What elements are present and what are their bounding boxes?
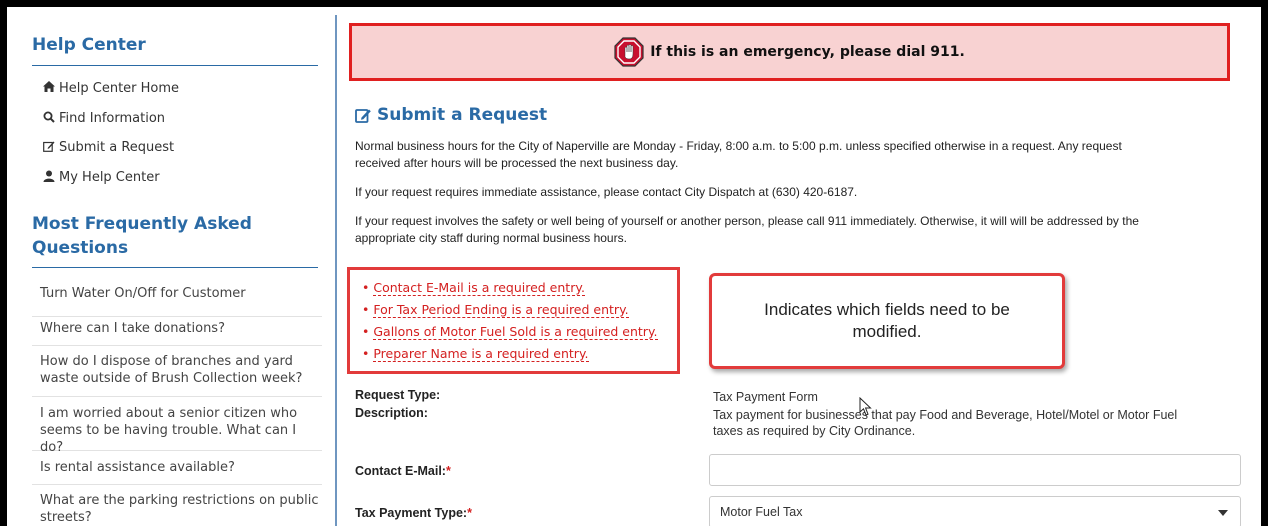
select-value: Motor Fuel Tax (720, 505, 803, 519)
faq-item[interactable]: I am worried about a senior citizen who … (32, 405, 322, 455)
nav-my-help-center[interactable]: My Help Center (42, 167, 160, 187)
annotation-callout: Indicates which fields need to be modifi… (709, 273, 1065, 369)
faq-item-text: streets? (40, 510, 92, 525)
validation-errors: • Contact E-Mail is a required entry. • … (347, 267, 680, 374)
error-item[interactable]: • Contact E-Mail is a required entry. (362, 280, 585, 296)
nav-label: Find Information (59, 110, 166, 126)
contact-email-label: Contact E-Mail:* (355, 464, 451, 478)
faq-item-text: Where can I take donations? (40, 321, 225, 336)
sidebar: Help Center Help Center Home Find Inform… (7, 7, 325, 526)
error-text: Gallons of Motor Fuel Sold is a required… (373, 324, 658, 340)
faq-item-text: How do I dispose of branches and yard (40, 354, 293, 369)
faq-item-text: What are the parking restrictions on pub… (40, 493, 319, 508)
faq-title: Most Frequently Asked Questions (32, 212, 252, 260)
divider (32, 65, 318, 66)
request-type-label: Request Type: (355, 388, 441, 402)
emergency-alert: If this is an emergency, please dial 911… (349, 23, 1230, 81)
divider (32, 267, 318, 268)
mouse-cursor-icon (859, 397, 872, 416)
text-line: taxes as required by City Ordinance. (713, 424, 916, 438)
chevron-down-icon (1218, 510, 1228, 516)
text-line: Normal business hours for the City of Na… (355, 139, 1122, 153)
dispatch-text: If your request requires immediate assis… (355, 184, 1235, 201)
text-line: received after hours will be processed t… (355, 156, 679, 170)
safety-text: If your request involves the safety or w… (355, 213, 1235, 247)
browser-page: Help Center Help Center Home Find Inform… (7, 7, 1261, 526)
alert-text: If this is an emergency, please dial 911… (650, 44, 965, 60)
nav-label: Help Center Home (59, 80, 180, 96)
contact-email-input[interactable] (709, 454, 1241, 486)
edit-icon (42, 140, 55, 155)
faq-item-text: Turn Water On/Off for Customer (40, 286, 246, 301)
faq-item-text: Is rental assistance available? (40, 460, 235, 475)
stop-hand-icon (614, 37, 644, 67)
help-center-title: Help Center (32, 35, 146, 55)
description-value: Tax payment for businesses that pay Food… (713, 407, 1243, 439)
text-line: appropriate city staff during normal bus… (355, 231, 627, 245)
business-hours-text: Normal business hours for the City of Na… (355, 138, 1235, 172)
nav-label: My Help Center (59, 169, 160, 185)
faq-item[interactable]: Turn Water On/Off for Customer (32, 285, 322, 317)
edit-icon (355, 109, 371, 123)
tax-payment-type-select[interactable]: Motor Fuel Tax (709, 496, 1241, 526)
main-content: If this is an emergency, please dial 911… (347, 7, 1261, 526)
label-text: Contact E-Mail: (355, 464, 446, 478)
text-line: Tax payment for businesses that pay Food… (713, 408, 1178, 422)
page-title: Submit a Request (355, 105, 547, 125)
faq-item[interactable]: Is rental assistance available? (32, 459, 322, 485)
error-text: Contact E-Mail is a required entry. (373, 280, 585, 296)
home-icon (42, 81, 55, 95)
faq-item[interactable]: Where can I take donations? (32, 320, 322, 346)
page-title-text: Submit a Request (377, 105, 548, 125)
nav-find-information[interactable]: Find Information (42, 108, 165, 128)
faq-item[interactable]: What are the parking restrictions on pub… (32, 492, 322, 526)
required-marker: * (467, 506, 472, 520)
column-divider (335, 15, 337, 526)
faq-title-line: Most Frequently Asked (32, 214, 252, 234)
search-icon (42, 111, 55, 126)
faq-item-text: I am worried about a senior citizen who (40, 406, 298, 421)
error-text: For Tax Period Ending is a required entr… (373, 302, 629, 318)
error-item[interactable]: • For Tax Period Ending is a required en… (362, 302, 629, 318)
text-line: If your request requires immediate assis… (355, 185, 858, 199)
nav-submit-request[interactable]: Submit a Request (42, 137, 174, 157)
error-item[interactable]: • Gallons of Motor Fuel Sold is a requir… (362, 324, 658, 340)
label-text: Tax Payment Type: (355, 506, 468, 520)
faq-title-line: Questions (32, 238, 129, 258)
text-line: If your request involves the safety or w… (355, 214, 1139, 228)
nav-help-center-home[interactable]: Help Center Home (42, 78, 179, 98)
faq-item-text: seems to be having trouble. What can I d… (40, 423, 297, 455)
user-icon (42, 170, 55, 185)
faq-item[interactable]: How do I dispose of branches and yard wa… (32, 353, 322, 397)
error-text: Preparer Name is a required entry. (373, 346, 589, 362)
error-item[interactable]: • Preparer Name is a required entry. (362, 346, 589, 362)
required-marker: * (445, 464, 451, 478)
request-type-value: Tax Payment Form (713, 390, 818, 404)
nav-label: Submit a Request (59, 139, 175, 155)
description-label: Description: (355, 406, 428, 420)
faq-item-text: waste outside of Brush Collection week? (40, 371, 303, 386)
tax-payment-type-label: Tax Payment Type:* (355, 506, 472, 520)
